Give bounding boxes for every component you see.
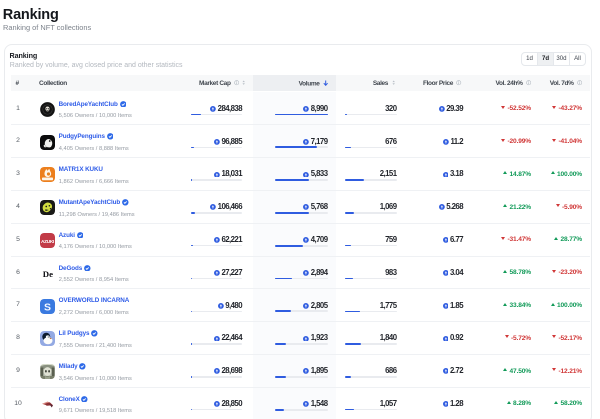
svg-text:De: De: [43, 269, 53, 279]
svg-text:AZUKI: AZUKI: [41, 239, 54, 245]
svg-text:S: S: [44, 301, 51, 313]
